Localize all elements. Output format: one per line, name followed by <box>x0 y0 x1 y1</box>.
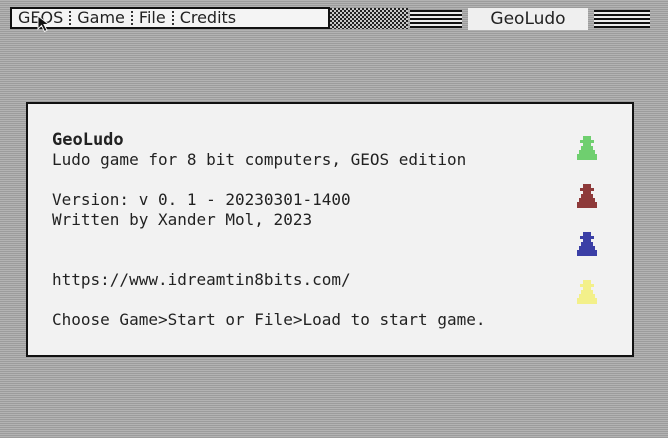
menu-item-file[interactable]: File <box>133 9 172 27</box>
info-dialog: GeoLudo Ludo game for 8 bit computers, G… <box>26 102 634 357</box>
pawn-blue-icon <box>577 232 597 256</box>
menu-item-credits[interactable]: Credits <box>174 9 242 27</box>
menu-bar: GEOS Game File Credits <box>10 7 330 29</box>
dialog-subtitle: Ludo game for 8 bit computers, GEOS edit… <box>52 150 467 169</box>
title-stripes-left <box>410 10 462 28</box>
website-url: https://www.idreamtin8bits.com/ <box>52 270 351 289</box>
mouse-pointer-icon <box>37 15 51 33</box>
title-stripes-right <box>594 10 650 28</box>
pawn-yellow-icon <box>577 280 597 304</box>
version-text: Version: v 0. 1 - 20230301-1400 <box>52 190 351 209</box>
app-title: GeoLudo <box>468 8 588 30</box>
pawn-green-icon <box>577 136 597 160</box>
menu-item-game[interactable]: Game <box>71 9 131 27</box>
pawn-red-icon <box>577 184 597 208</box>
instructions-text: Choose Game>Start or File>Load to start … <box>52 310 486 329</box>
checker-pattern <box>330 8 408 29</box>
dialog-title: GeoLudo <box>52 130 124 150</box>
author-text: Written by Xander Mol, 2023 <box>52 210 313 229</box>
